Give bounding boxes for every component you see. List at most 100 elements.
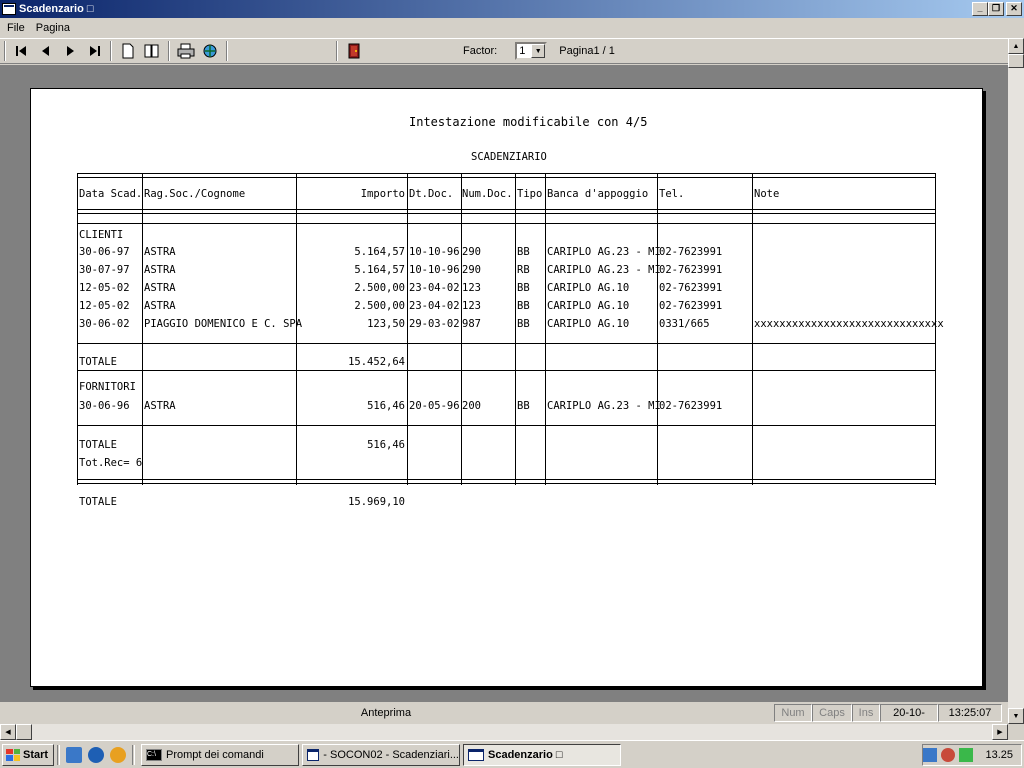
application-window: Scadenzario □ _ ❐ ✕ File Pagina Factor: … bbox=[0, 0, 1024, 768]
first-page-icon bbox=[16, 46, 26, 56]
table-cell: ASTRA bbox=[144, 246, 176, 258]
update-icon[interactable] bbox=[959, 748, 974, 762]
table-rule bbox=[77, 173, 935, 174]
start-button[interactable]: Start bbox=[2, 743, 54, 766]
table-cell: 29-03-02 bbox=[409, 318, 460, 330]
toolbar: Factor: 1 ▼ Pagina1 / 1 bbox=[0, 38, 1008, 64]
column-rule bbox=[407, 173, 408, 485]
window-controls: _ ❐ ✕ bbox=[972, 2, 1022, 16]
network-icon[interactable] bbox=[923, 748, 938, 762]
table-cell: 02-7623991 bbox=[659, 400, 723, 412]
column-rule bbox=[515, 173, 516, 485]
table-rule bbox=[77, 483, 935, 484]
print-button[interactable] bbox=[174, 40, 198, 62]
media-player-icon[interactable] bbox=[110, 746, 126, 763]
restore-button[interactable]: ❐ bbox=[988, 2, 1004, 16]
menu-file[interactable]: File bbox=[3, 22, 29, 34]
table-cell: 10-10-96 bbox=[409, 264, 460, 276]
table-cell: ASTRA bbox=[144, 300, 176, 312]
task-label: - SOCON02 - Scadenziari... bbox=[323, 748, 459, 761]
table-cell: 30-06-02 bbox=[79, 318, 130, 330]
table-cell: 290 bbox=[462, 264, 481, 276]
table-cell: 123 bbox=[462, 282, 481, 294]
export-button[interactable] bbox=[198, 40, 222, 62]
table-cell: 02-7623991 bbox=[659, 282, 723, 294]
table-cell: BB bbox=[517, 400, 530, 412]
table-cell: 02-7623991 bbox=[659, 300, 723, 312]
horizontal-scrollbar[interactable]: ◀ ▶ bbox=[0, 724, 1008, 740]
window-icon bbox=[307, 748, 320, 761]
column-header: Rag.Soc./Cognome bbox=[144, 188, 246, 200]
printer-icon bbox=[177, 43, 195, 59]
next-page-button[interactable] bbox=[58, 40, 82, 62]
last-page-button[interactable] bbox=[82, 40, 106, 62]
column-rule bbox=[142, 173, 143, 485]
status-caps: Caps bbox=[812, 704, 852, 722]
toolbar-separator bbox=[226, 41, 228, 61]
menu-pagina[interactable]: Pagina bbox=[32, 22, 74, 34]
toolbar-grip bbox=[4, 41, 6, 61]
chevron-down-icon[interactable]: ▼ bbox=[531, 44, 546, 58]
task-scadenzario[interactable]: Scadenzario □ bbox=[463, 743, 621, 766]
table-cell: 23-04-02 bbox=[409, 282, 460, 294]
minimize-button[interactable]: _ bbox=[972, 2, 988, 16]
table-cell: 516,46 bbox=[367, 400, 405, 412]
status-text: Anteprima bbox=[360, 707, 412, 719]
table-cell: 02-7623991 bbox=[659, 246, 723, 258]
table-rule bbox=[77, 479, 935, 480]
status-ins: Ins bbox=[852, 704, 880, 722]
table-rule bbox=[77, 223, 935, 224]
scroll-left-button[interactable]: ◀ bbox=[0, 724, 16, 740]
section-total-label: TOTALE bbox=[79, 439, 117, 451]
table-cell: 123,50 bbox=[367, 318, 405, 330]
single-page-button[interactable] bbox=[116, 40, 140, 62]
close-button[interactable]: ✕ bbox=[1006, 2, 1022, 16]
table-cell: BB bbox=[517, 246, 530, 258]
column-header: Note bbox=[754, 188, 780, 200]
column-rule bbox=[545, 173, 546, 485]
first-page-button[interactable] bbox=[10, 40, 34, 62]
two-pages-button[interactable] bbox=[140, 40, 164, 62]
internet-explorer-icon[interactable] bbox=[88, 746, 104, 763]
table-rule bbox=[77, 343, 935, 344]
task-socon02[interactable]: - SOCON02 - Scadenziari... bbox=[302, 743, 460, 766]
security-icon[interactable] bbox=[941, 748, 956, 762]
horizontal-scroll-thumb[interactable] bbox=[16, 724, 32, 740]
title-bar[interactable]: Scadenzario □ _ ❐ ✕ bbox=[0, 0, 1024, 18]
task-prompt-comandi[interactable]: C:\ Prompt dei comandi bbox=[141, 743, 299, 766]
table-cell: 20-05-96 bbox=[409, 400, 460, 412]
door-exit-icon bbox=[348, 43, 360, 59]
table-cell: CARIPLO AG.10 bbox=[547, 300, 630, 312]
tray-clock: 13.25 bbox=[985, 749, 1013, 761]
record-count: Tot.Rec= 6 bbox=[79, 457, 143, 469]
scroll-right-button[interactable]: ▶ bbox=[992, 724, 1008, 740]
scroll-up-button[interactable]: ▲ bbox=[1008, 38, 1024, 54]
system-tray: 13.25 bbox=[922, 744, 1022, 766]
window-icon bbox=[468, 748, 484, 761]
table-cell: ASTRA bbox=[144, 400, 176, 412]
table-cell: 10-10-96 bbox=[409, 246, 460, 258]
table-cell: 2.500,00 bbox=[354, 282, 405, 294]
previous-page-button[interactable] bbox=[34, 40, 58, 62]
start-label: Start bbox=[23, 748, 49, 761]
section-total-label: TOTALE bbox=[79, 356, 117, 368]
table-cell: CARIPLO AG.23 - MI bbox=[547, 264, 661, 276]
report-heading: Intestazione modificabile con 4/5 bbox=[409, 115, 648, 129]
table-cell: 200 bbox=[462, 400, 481, 412]
table-cell: PIAGGIO DOMENICO E C. SPA bbox=[144, 318, 303, 330]
grand-total-label: TOTALE bbox=[79, 496, 117, 508]
exit-button[interactable] bbox=[342, 40, 366, 62]
factor-select[interactable]: 1 ▼ bbox=[515, 42, 548, 60]
report-title: SCADENZIARIO bbox=[471, 151, 547, 163]
show-desktop-icon[interactable] bbox=[66, 746, 82, 763]
table-cell: 30-07-97 bbox=[79, 264, 130, 276]
table-cell: xxxxxxxxxxxxxxxxxxxxxxxxxxxxxx bbox=[754, 318, 944, 330]
table-cell: BB bbox=[517, 300, 530, 312]
vertical-scroll-thumb[interactable] bbox=[1008, 54, 1024, 68]
last-page-icon bbox=[90, 46, 100, 56]
cmd-icon: C:\ bbox=[146, 748, 162, 761]
factor-label: Factor: bbox=[463, 45, 498, 57]
table-cell: 987 bbox=[462, 318, 481, 330]
table-cell: CARIPLO AG.23 - MI bbox=[547, 246, 661, 258]
vertical-scrollbar[interactable]: ▲ ▼ bbox=[1008, 38, 1024, 724]
